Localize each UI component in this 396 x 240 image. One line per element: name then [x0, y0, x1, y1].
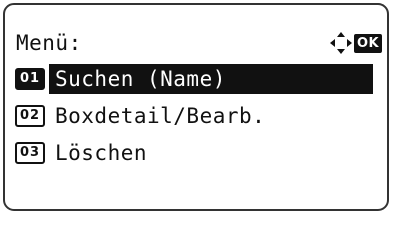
ok-key-icon: OK: [354, 33, 383, 53]
navigation-hint: OK: [329, 31, 383, 55]
four-way-arrows-icon: [330, 32, 352, 54]
menu-item-loeschen[interactable]: 03 Löschen: [15, 138, 395, 168]
menu-item-suchen-name[interactable]: 01 Suchen (Name): [15, 64, 395, 94]
menu-list: 01 Suchen (Name) 02 Boxdetail/Bearb. 03 …: [15, 64, 395, 175]
menu-item-label: Löschen: [55, 141, 148, 165]
menu-item-number: 01: [15, 68, 45, 90]
menu-item-number: 03: [15, 142, 45, 164]
menu-item-label: Suchen (Name): [49, 64, 373, 94]
menu-title: Menü:: [16, 31, 82, 55]
menu-item-label: Boxdetail/Bearb.: [55, 104, 266, 128]
menu-item-number: 02: [15, 105, 45, 127]
lcd-screen: Menü: OK 01 Suchen (Name) 02 Boxdetail/B…: [3, 3, 389, 211]
menu-item-boxdetail-bearb[interactable]: 02 Boxdetail/Bearb.: [15, 101, 395, 131]
